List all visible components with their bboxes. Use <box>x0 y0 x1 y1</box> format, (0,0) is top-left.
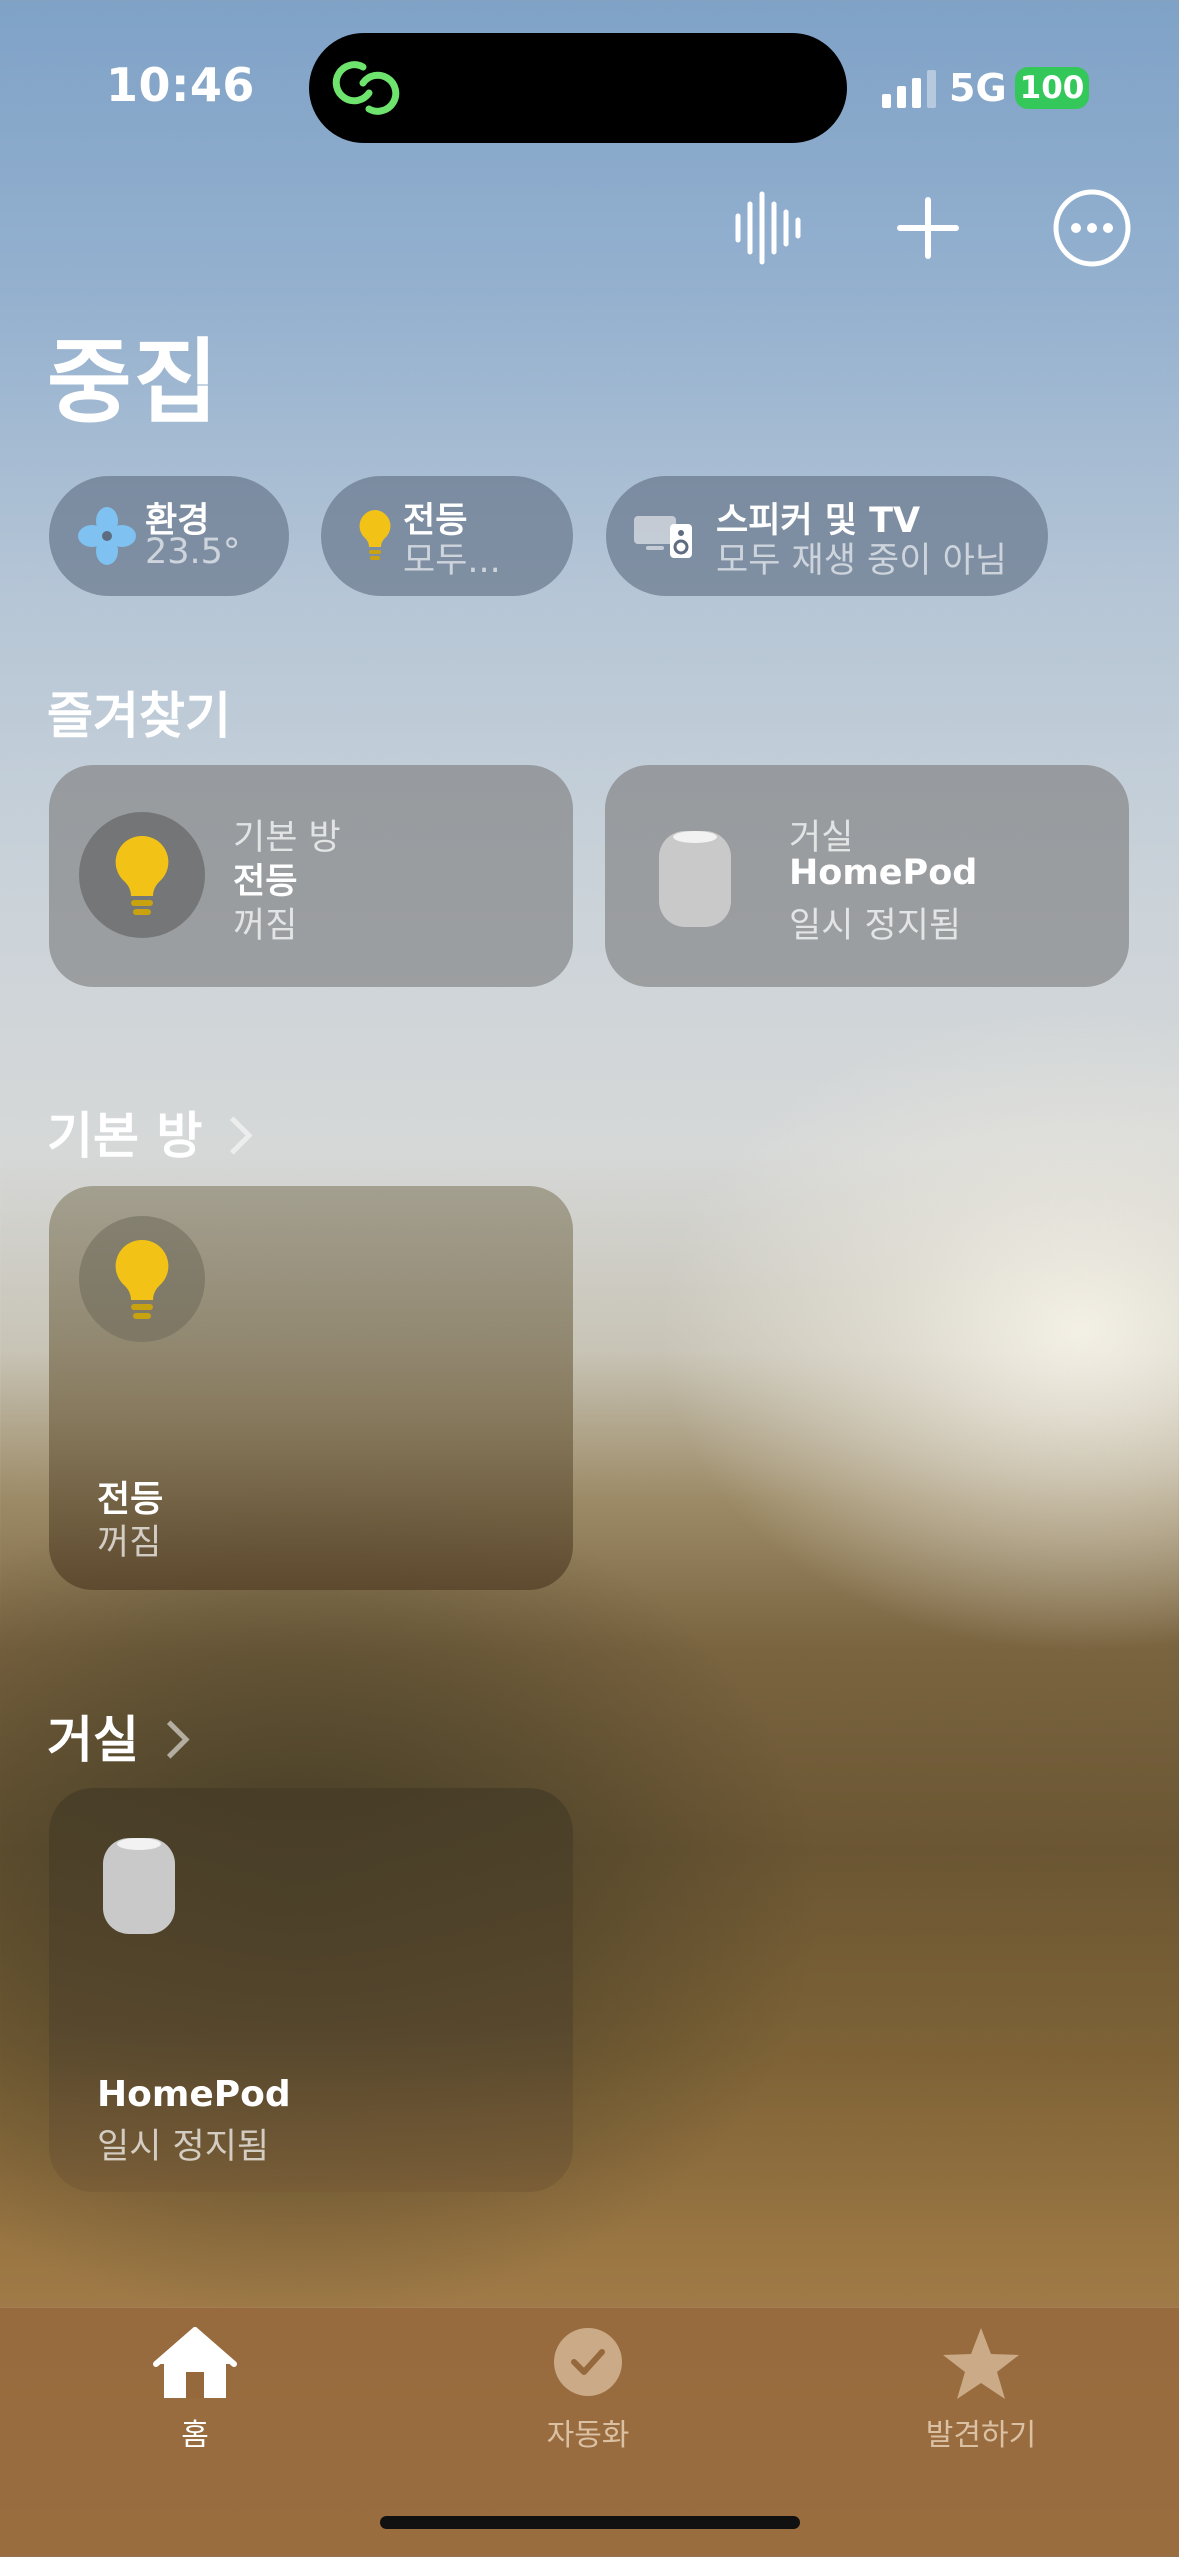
fan-icon <box>78 507 136 565</box>
lightbulb-icon <box>359 510 391 560</box>
battery-indicator: 100 <box>1015 67 1089 109</box>
homepod-icon <box>103 1838 175 1934</box>
pill-lights[interactable]: 전등 모두... <box>321 476 573 596</box>
lightbulb-icon <box>115 835 169 915</box>
icon-circle[interactable] <box>79 1216 205 1342</box>
pill-value: 23.5° <box>145 532 241 572</box>
status-time: 10:46 <box>106 58 255 112</box>
favorite-state: 일시 정지됨 <box>789 906 962 946</box>
pill-value: 모두 재생 중이 아님 <box>716 541 1007 581</box>
tab-label: 발견하기 <box>925 2418 1037 2453</box>
dynamic-island[interactable] <box>309 33 847 143</box>
homepod-icon <box>659 831 731 927</box>
pill-value: 모두... <box>403 541 501 581</box>
tab-discover[interactable]: 발견하기 <box>871 2326 1091 2454</box>
home-title: 중집 <box>47 329 221 436</box>
lightbulb-icon <box>115 1239 169 1319</box>
intercom-waveform-icon[interactable] <box>730 190 806 266</box>
add-icon[interactable] <box>890 190 966 266</box>
room-title: 기본 방 <box>47 1107 203 1165</box>
chevron-right-icon <box>214 1116 254 1155</box>
accessory-name: HomePod <box>97 2074 291 2115</box>
pill-climate[interactable]: 환경 23.5° <box>49 476 289 596</box>
speaker-tv-icon <box>634 516 692 558</box>
room-title: 거실 <box>47 1711 139 1769</box>
room-header-default[interactable]: 기본 방 <box>47 1096 254 1168</box>
cellular-signal-icon <box>882 70 936 108</box>
favorites-title: 즐겨찾기 <box>47 687 231 745</box>
network-type: 5G <box>949 66 1007 110</box>
tab-home[interactable]: 홈 <box>85 2326 305 2454</box>
more-options-icon[interactable] <box>1052 188 1132 268</box>
tab-label: 자동화 <box>546 2418 630 2453</box>
home-indicator[interactable] <box>380 2516 800 2529</box>
favorite-name: HomePod <box>789 853 978 893</box>
chevron-right-icon <box>151 1720 190 1759</box>
icon-circle[interactable] <box>79 812 205 938</box>
accessory-state: 일시 정지됨 <box>97 2127 270 2167</box>
automation-icon <box>554 2328 622 2396</box>
star-icon <box>943 2328 1019 2399</box>
favorite-state: 꺼짐 <box>233 906 298 946</box>
tab-automation[interactable]: 자동화 <box>478 2326 698 2454</box>
link-icon <box>332 61 400 115</box>
room-tile-light[interactable]: 전등 꺼짐 <box>49 1186 573 1590</box>
accessory-state: 꺼짐 <box>97 1523 162 1563</box>
room-header-living[interactable]: 거실 <box>47 1700 190 1772</box>
favorite-tile-light[interactable]: 기본 방 전등 꺼짐 <box>49 765 573 987</box>
pill-speakers-tv[interactable]: 스피커 및 TV 모두 재생 중이 아님 <box>606 476 1048 596</box>
room-tile-homepod[interactable]: HomePod 일시 정지됨 <box>49 1788 573 2192</box>
house-icon <box>153 2327 237 2398</box>
favorite-tile-homepod[interactable]: 거실 HomePod 일시 정지됨 <box>605 765 1129 987</box>
tab-label: 홈 <box>181 2418 209 2453</box>
